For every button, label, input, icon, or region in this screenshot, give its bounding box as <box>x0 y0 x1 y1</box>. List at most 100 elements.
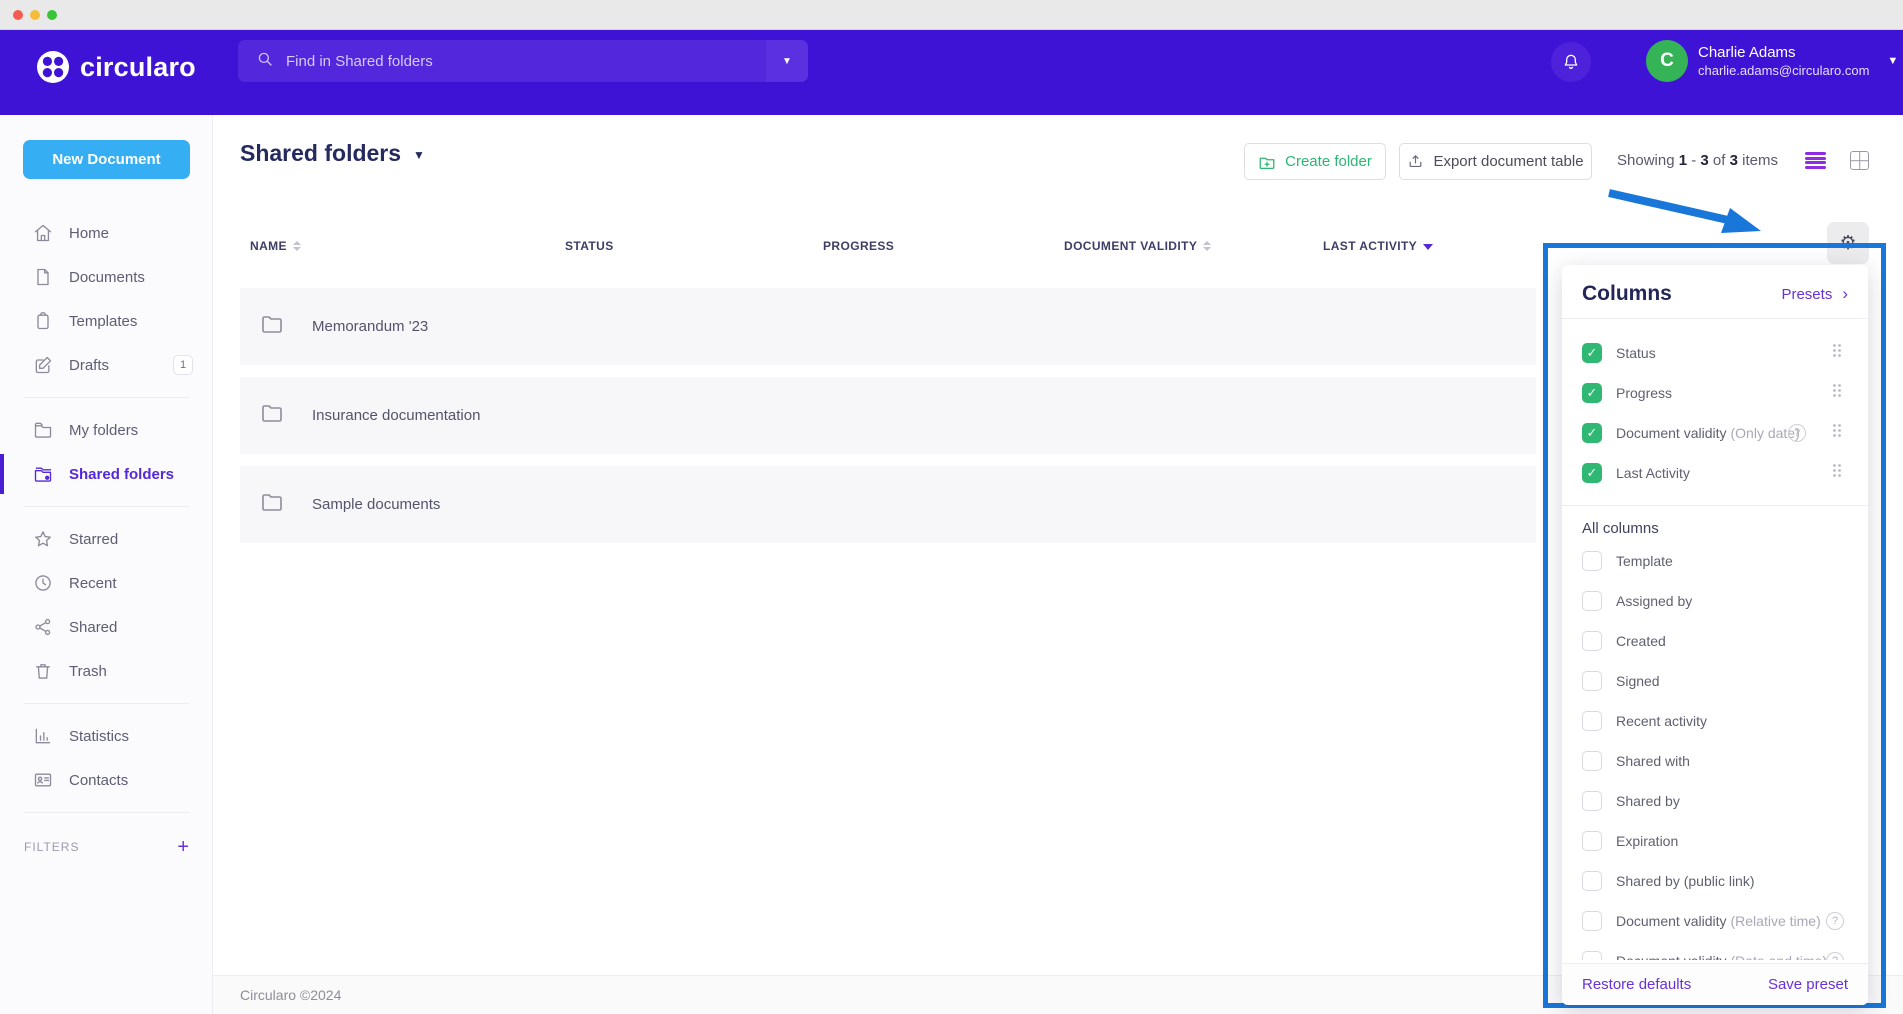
column-header-progress[interactable]: PROGRESS <box>823 239 894 253</box>
list-view-icon[interactable] <box>1805 152 1826 169</box>
column-toggle-document-validity-date-and-time[interactable]: Document validity (Date and time) ? <box>1562 941 1868 960</box>
column-toggle-signed[interactable]: Signed <box>1562 661 1868 701</box>
sidebar-item-label: Contacts <box>69 772 128 789</box>
checkbox-unchecked-icon[interactable] <box>1582 951 1602 960</box>
checkbox-unchecked-icon[interactable] <box>1582 591 1602 611</box>
column-toggle-document-validity-relative-time[interactable]: Document validity (Relative time) ? <box>1562 901 1868 941</box>
sidebar-item-home[interactable]: Home <box>0 211 213 255</box>
help-icon[interactable]: ? <box>1788 424 1806 442</box>
showing-items-status: Showing 1 - 3 of 3 items <box>1617 152 1778 169</box>
app-logo[interactable]: circularo <box>36 50 196 84</box>
column-header-name[interactable]: NAME <box>250 239 301 253</box>
table-row[interactable]: Sample documents <box>240 466 1536 543</box>
sidebar-item-documents[interactable]: Documents <box>0 255 213 299</box>
column-header-last-activity[interactable]: LAST ACTIVITY <box>1323 239 1433 253</box>
sidebar-item-label: Shared folders <box>69 466 174 483</box>
column-toggle-document-validity-only-date[interactable]: ✓ Document validity (Only date) ? <box>1562 413 1868 453</box>
export-document-table-button[interactable]: Export document table <box>1399 143 1592 180</box>
drag-handle-icon[interactable] <box>1832 383 1842 403</box>
table-row[interactable]: Insurance documentation <box>240 377 1536 454</box>
checkbox-checked-icon[interactable]: ✓ <box>1582 343 1602 363</box>
help-icon[interactable]: ? <box>1826 912 1844 930</box>
drag-handle-icon[interactable] <box>1832 423 1842 443</box>
drag-handle-icon[interactable] <box>1832 343 1842 363</box>
checkbox-unchecked-icon[interactable] <box>1582 871 1602 891</box>
column-header-status[interactable]: STATUS <box>565 239 614 253</box>
search-icon <box>256 50 274 73</box>
sidebar-divider <box>24 506 189 507</box>
sidebar-item-label: Home <box>69 225 109 242</box>
draft-icon <box>33 355 53 375</box>
column-toggle-last-activity[interactable]: ✓ Last Activity <box>1562 453 1868 493</box>
save-preset-link[interactable]: Save preset <box>1768 976 1848 993</box>
close-window-icon[interactable] <box>13 10 23 20</box>
checkbox-unchecked-icon[interactable] <box>1582 911 1602 931</box>
drag-handle-icon[interactable] <box>1832 463 1842 483</box>
sidebar-item-label: Statistics <box>69 728 129 745</box>
columns-panel-footer: Restore defaults Save preset <box>1562 963 1868 1005</box>
sidebar-item-shared[interactable]: Shared <box>0 605 213 649</box>
sidebar-item-label: My folders <box>69 422 138 439</box>
column-settings-button[interactable]: ⚙ <box>1827 222 1869 264</box>
create-folder-button[interactable]: Create folder <box>1244 143 1386 180</box>
sidebar-item-label: Shared <box>69 619 117 636</box>
checkbox-unchecked-icon[interactable] <box>1582 671 1602 691</box>
sidebar-item-recent[interactable]: Recent <box>0 561 213 605</box>
column-toggle-status[interactable]: ✓ Status <box>1562 333 1868 373</box>
column-toggle-shared-by-public-link[interactable]: Shared by (public link) <box>1562 861 1868 901</box>
app-header: circularo ▼ C Charlie Adams charlie.adam… <box>0 30 1903 115</box>
grid-view-icon[interactable] <box>1850 151 1869 170</box>
checkbox-unchecked-icon[interactable] <box>1582 631 1602 651</box>
sidebar-item-my-folders[interactable]: My folders <box>0 408 213 452</box>
checkbox-checked-icon[interactable]: ✓ <box>1582 423 1602 443</box>
user-menu[interactable]: C Charlie Adams charlie.adams@circularo.… <box>1646 40 1898 82</box>
sidebar-item-statistics[interactable]: Statistics <box>0 714 213 758</box>
column-toggle-template[interactable]: Template <box>1562 541 1868 581</box>
sidebar-item-starred[interactable]: Starred <box>0 517 213 561</box>
search-bar: ▼ <box>238 40 808 82</box>
checkbox-unchecked-icon[interactable] <box>1582 831 1602 851</box>
checkbox-unchecked-icon[interactable] <box>1582 751 1602 771</box>
table-row[interactable]: Memorandum '23 <box>240 288 1536 365</box>
folder-icon <box>260 312 284 341</box>
export-icon <box>1407 153 1424 170</box>
search-input[interactable] <box>286 53 766 70</box>
column-toggle-progress[interactable]: ✓ Progress <box>1562 373 1868 413</box>
star-icon <box>33 529 53 549</box>
presets-link[interactable]: Presets › <box>1781 284 1848 304</box>
column-toggle-assigned-by[interactable]: Assigned by <box>1562 581 1868 621</box>
folder-name: Insurance documentation <box>312 407 480 424</box>
minimize-window-icon[interactable] <box>30 10 40 20</box>
sidebar-item-label: Trash <box>69 663 107 680</box>
column-toggle-recent-activity[interactable]: Recent activity <box>1562 701 1868 741</box>
checkbox-checked-icon[interactable]: ✓ <box>1582 383 1602 403</box>
gear-icon: ⚙ <box>1839 232 1856 254</box>
restore-defaults-link[interactable]: Restore defaults <box>1582 976 1691 993</box>
checkbox-checked-icon[interactable]: ✓ <box>1582 463 1602 483</box>
new-document-button[interactable]: New Document <box>23 140 190 179</box>
page-title-dropdown[interactable]: Shared folders ▼ <box>240 140 425 167</box>
help-icon[interactable]: ? <box>1826 952 1844 960</box>
sort-icon <box>1203 241 1211 251</box>
checkbox-unchecked-icon[interactable] <box>1582 551 1602 571</box>
column-header-document-validity[interactable]: DOCUMENT VALIDITY <box>1064 239 1211 253</box>
sidebar-item-trash[interactable]: Trash <box>0 649 213 693</box>
home-icon <box>33 223 53 243</box>
page-title: Shared folders <box>240 140 401 167</box>
sidebar-item-contacts[interactable]: Contacts <box>0 758 213 802</box>
notifications-button[interactable] <box>1551 42 1591 82</box>
search-scope-dropdown[interactable]: ▼ <box>766 40 808 82</box>
column-toggle-created[interactable]: Created <box>1562 621 1868 661</box>
add-filter-icon[interactable]: + <box>177 837 189 857</box>
checkbox-unchecked-icon[interactable] <box>1582 711 1602 731</box>
maximize-window-icon[interactable] <box>47 10 57 20</box>
sidebar-item-label: Documents <box>69 269 145 286</box>
sidebar-item-drafts[interactable]: Drafts 1 <box>0 343 213 387</box>
folder-icon <box>260 490 284 519</box>
sidebar-item-shared-folders[interactable]: Shared folders <box>0 452 213 496</box>
column-toggle-shared-by[interactable]: Shared by <box>1562 781 1868 821</box>
column-toggle-expiration[interactable]: Expiration <box>1562 821 1868 861</box>
column-toggle-shared-with[interactable]: Shared with <box>1562 741 1868 781</box>
checkbox-unchecked-icon[interactable] <box>1582 791 1602 811</box>
sidebar-item-templates[interactable]: Templates <box>0 299 213 343</box>
